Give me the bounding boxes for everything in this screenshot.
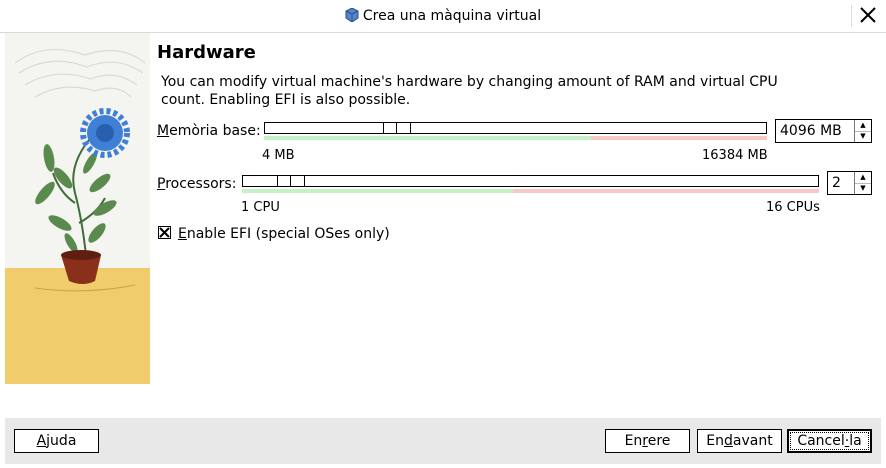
memory-slider[interactable] [264, 122, 767, 134]
processors-label: Processors: [157, 176, 237, 192]
efi-label[interactable]: Enable EFI (special OSes only) [178, 226, 390, 242]
wizard-illustration [5, 33, 150, 384]
processors-safe-zone [242, 189, 514, 193]
processors-min-label: 1 CPU [241, 200, 280, 215]
page-description: You can modify virtual machine's hardwar… [161, 74, 778, 108]
memory-slider-handle[interactable] [383, 122, 411, 134]
memory-danger-zone [590, 136, 767, 140]
processors-max-label: 16 CPUs [766, 200, 820, 215]
memory-spinbox[interactable]: 4096 MB ▲ ▼ [775, 119, 872, 143]
memory-min-label: 4 MB [262, 148, 295, 163]
dialog-window: Crea una màquina virtual Hardware You ca… [0, 0, 886, 468]
page-heading: Hardware [157, 42, 256, 63]
processors-slider[interactable] [242, 175, 819, 187]
button-bar: Ajuda Enrere Endavant Cancel·la [5, 418, 881, 464]
window-title-text: Crea una màquina virtual [362, 8, 542, 24]
checkbox-x-icon [159, 227, 170, 238]
title-bar: Crea una màquina virtual [0, 0, 886, 33]
flower [80, 108, 130, 158]
memory-max-label: 16384 MB [702, 148, 768, 163]
memory-spin-buttons: ▲ ▼ [854, 120, 871, 142]
next-button[interactable]: Endavant [697, 429, 782, 453]
memory-slider-zones [264, 136, 767, 140]
processors-spinbox[interactable]: 2 ▲ ▼ [827, 171, 872, 195]
cancel-button[interactable]: Cancel·la [787, 429, 872, 453]
processors-slider-zones [242, 189, 819, 193]
window-title: Crea una màquina virtual [0, 8, 886, 24]
processors-slider-handle[interactable] [277, 175, 305, 187]
efi-checkbox[interactable] [158, 226, 171, 239]
processors-value: 2 [832, 175, 841, 191]
back-button[interactable]: Enrere [605, 429, 690, 453]
close-button[interactable] [851, 5, 880, 27]
virtualbox-icon [345, 8, 359, 22]
close-icon [860, 7, 876, 23]
help-button[interactable]: Ajuda [14, 429, 99, 453]
processors-decrement-icon[interactable]: ▼ [855, 183, 871, 194]
processors-danger-zone [513, 189, 819, 193]
memory-decrement-icon[interactable]: ▼ [855, 131, 871, 142]
memory-value: 4096 MB [780, 123, 842, 139]
memory-safe-zone [264, 136, 591, 140]
processors-spin-buttons: ▲ ▼ [854, 172, 871, 194]
memory-label: Memòria base: [157, 123, 261, 139]
